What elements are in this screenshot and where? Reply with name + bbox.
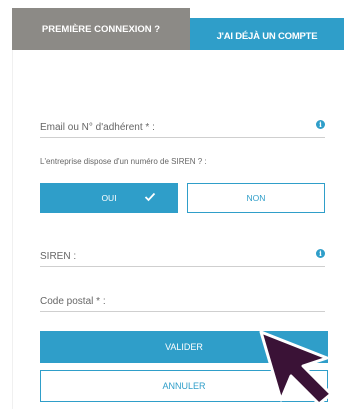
siren-yes-button[interactable]: OUI (40, 183, 178, 213)
postal-code-field[interactable] (40, 291, 325, 311)
postal-field-wrapper (40, 291, 325, 312)
siren-no-button[interactable]: NON (187, 183, 325, 213)
tab-have-account[interactable]: J'AI DÉJÀ UN COMPTE (190, 18, 344, 54)
validate-label: VALIDER (165, 342, 203, 352)
email-field-wrapper: i (40, 117, 325, 138)
check-icon (144, 192, 156, 202)
siren-no-label: NON (246, 193, 266, 203)
login-tabs: PREMIÈRE CONNEXION ? J'AI DÉJÀ UN COMPTE (12, 0, 344, 54)
info-icon[interactable]: i (316, 120, 325, 129)
email-field[interactable] (40, 117, 325, 137)
siren-field-wrapper: i (40, 246, 325, 267)
tab-first-login[interactable]: PREMIÈRE CONNEXION ? (12, 8, 190, 50)
mouse-pointer-icon (259, 330, 333, 406)
siren-field[interactable] (40, 246, 325, 266)
siren-question: L'entreprise dispose d'un numéro de SIRE… (40, 157, 207, 166)
siren-yes-label: OUI (101, 193, 117, 203)
tab-have-account-label: J'AI DÉJÀ UN COMPTE (216, 30, 318, 42)
cancel-label: ANNULER (162, 381, 206, 391)
info-icon[interactable]: i (316, 249, 325, 258)
tab-first-login-label: PREMIÈRE CONNEXION ? (41, 23, 161, 35)
